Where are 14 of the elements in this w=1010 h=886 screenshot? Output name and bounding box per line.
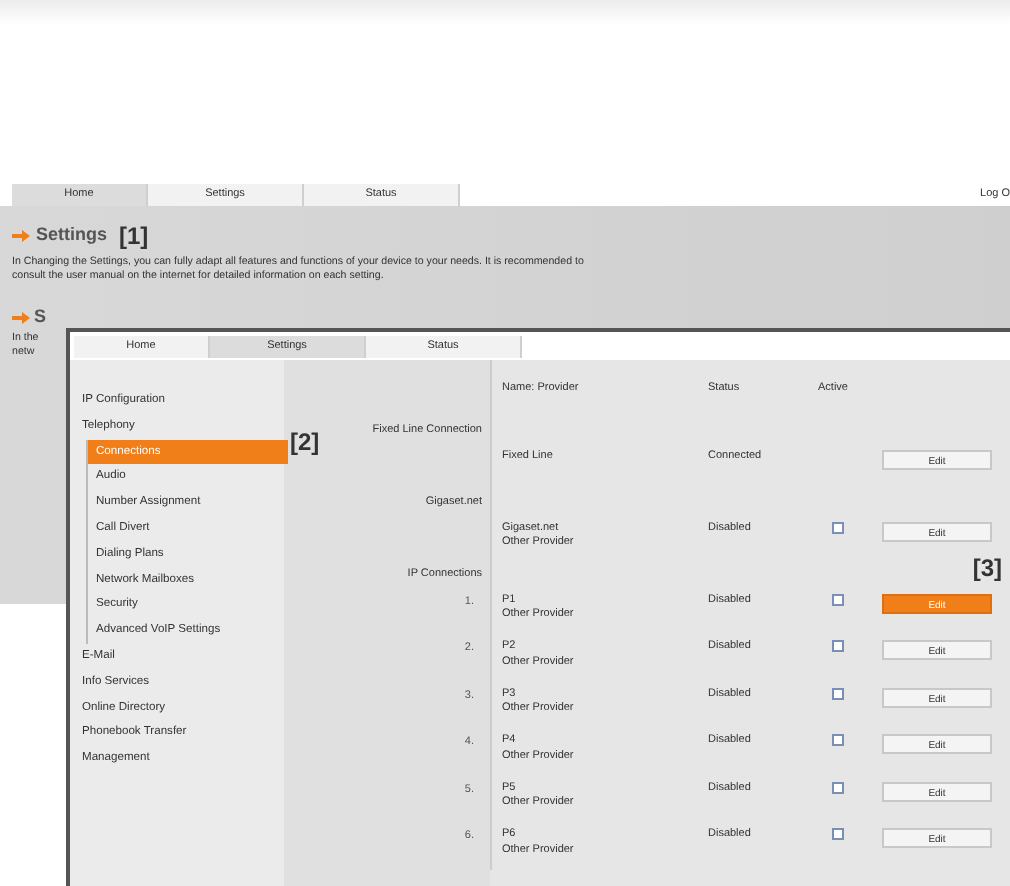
active-checkbox[interactable] — [832, 687, 844, 699]
active-checkbox[interactable] — [832, 593, 844, 605]
active-checkbox[interactable] — [832, 828, 844, 840]
arrow-icon — [12, 230, 30, 242]
callout-label: [2] — [290, 426, 320, 460]
active-checkbox[interactable] — [832, 640, 844, 652]
active-checkbox[interactable] — [832, 521, 844, 533]
active-checkbox[interactable] — [832, 781, 844, 793]
callout-label: [1] — [119, 220, 149, 254]
callout-label: [3] — [972, 551, 1002, 585]
arrow-icon — [12, 311, 30, 324]
active-checkbox[interactable] — [832, 734, 844, 746]
page-heading: Settings — [36, 222, 108, 249]
section-heading: S — [34, 304, 47, 330]
